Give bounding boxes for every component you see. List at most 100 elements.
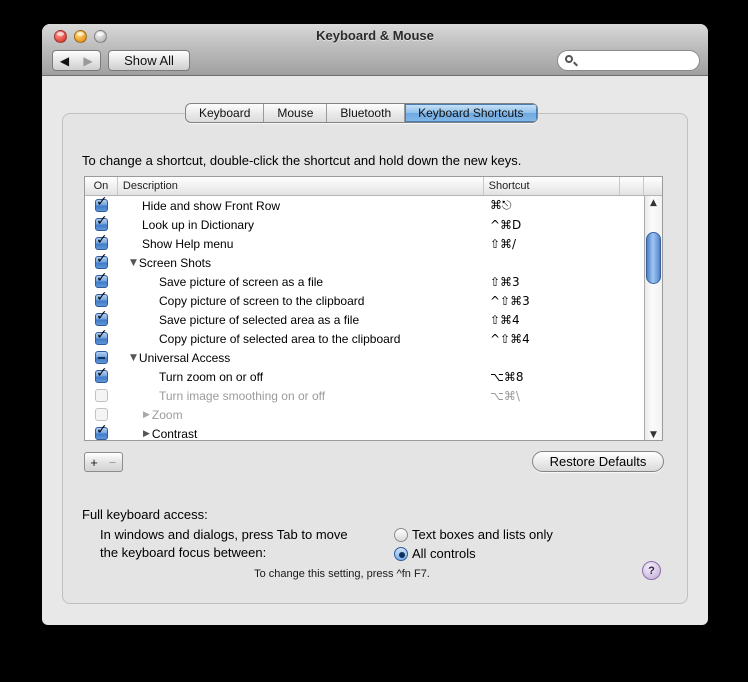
keyboard-focus-description-line2: the keyboard focus between: <box>100 545 267 560</box>
description-cell: Hide and show Front Row <box>118 199 485 213</box>
show-all-button[interactable]: Show All <box>108 50 190 71</box>
on-cell: ✓ <box>85 365 118 383</box>
row-checkbox[interactable] <box>95 408 108 421</box>
disclosure-triangle-icon[interactable]: ▶ <box>143 429 150 439</box>
row-label: Look up in Dictionary <box>142 217 255 232</box>
table-row[interactable]: ✓ ▼ Screen Shots <box>85 251 646 272</box>
table-row[interactable]: ✓ Copy picture of screen to the clipboard… <box>85 289 646 310</box>
shortcut-cell[interactable]: ^⇧⌘4 <box>485 332 622 346</box>
description-cell: Show Help menu <box>118 237 485 251</box>
radio-option-all-controls[interactable]: All controls <box>394 546 476 561</box>
column-header-spacer <box>620 177 645 195</box>
row-checkbox[interactable]: ✓ <box>95 327 108 345</box>
row-label: Screen Shots <box>138 255 211 270</box>
forward-icon: ▶ <box>83 53 93 68</box>
shortcut-cell[interactable]: ^⇧⌘3 <box>485 294 622 308</box>
table-row[interactable]: ▶ Zoom <box>85 405 646 424</box>
row-checkbox[interactable]: ✓ <box>95 251 108 269</box>
shortcut-cell[interactable]: ⇧⌘/ <box>485 237 622 251</box>
scroll-up-arrow-icon[interactable]: ▲ <box>645 198 662 208</box>
tab-keyboard-shortcuts[interactable]: Keyboard Shortcuts <box>405 104 537 122</box>
remove-shortcut-button[interactable]: − <box>103 452 123 472</box>
forward-button[interactable]: ▶ <box>76 50 101 71</box>
on-cell: ✓ <box>85 251 118 269</box>
scroll-down-arrow-icon[interactable]: ▼ <box>645 430 662 440</box>
setting-hint-text: To change this setting, press ^fn F7. <box>254 568 430 580</box>
table-row[interactable]: ✓ ▶ Contrast <box>85 422 646 440</box>
table-row[interactable]: ✓ Show Help menu ⇧⌘/ <box>85 232 646 253</box>
table-row[interactable]: ✓ Save picture of screen as a file ⇧⌘3 <box>85 270 646 291</box>
row-label: Copy picture of screen to the clipboard <box>159 293 365 308</box>
back-button[interactable]: ◀ <box>52 50 77 71</box>
row-label: Hide and show Front Row <box>142 198 281 213</box>
table-row[interactable]: Turn image smoothing on or off ⌥⌘\ <box>85 386 646 405</box>
tab-mouse[interactable]: Mouse <box>264 104 328 122</box>
row-checkbox[interactable]: ✓ <box>95 365 108 383</box>
row-checkbox[interactable]: ✓ <box>95 213 108 231</box>
table-row[interactable]: ✓ Save picture of selected area as a file… <box>85 308 646 329</box>
on-cell: ✓ <box>85 327 118 345</box>
on-cell: ✓ <box>85 196 118 212</box>
on-cell: ✓ <box>85 232 118 250</box>
shortcut-cell[interactable]: ⌥⌘8 <box>485 370 622 384</box>
row-checkbox[interactable]: ✓ <box>95 196 108 212</box>
checkmark-icon: ✓ <box>96 422 108 438</box>
search-icon <box>565 55 573 63</box>
checkmark-icon: ✓ <box>96 308 108 324</box>
column-header-description[interactable]: Description <box>118 177 484 195</box>
shortcut-cell[interactable]: ^⌘D <box>485 218 622 232</box>
row-checkbox[interactable]: ✓ <box>95 422 108 440</box>
radio-label: Text boxes and lists only <box>412 527 553 542</box>
row-checkbox[interactable] <box>95 351 108 364</box>
checkmark-icon: ✓ <box>96 289 108 305</box>
table-row[interactable]: ✓ Copy picture of selected area to the cl… <box>85 327 646 348</box>
shortcut-table-body: ✓ Hide and show Front Row ⌘⎋ ✓ Look up in Di… <box>85 196 646 440</box>
on-cell <box>85 389 118 402</box>
table-row[interactable]: ✓ Look up in Dictionary ^⌘D <box>85 213 646 234</box>
description-cell: Save picture of screen as a file <box>118 275 485 289</box>
column-header-shortcut[interactable]: Shortcut <box>484 177 621 195</box>
vertical-scrollbar[interactable]: ▲ ▼ <box>644 196 662 440</box>
description-cell: Save picture of selected area as a file <box>118 313 485 327</box>
preferences-window: Keyboard & Mouse ◀ ▶ Show All Keyboard Mo… <box>42 24 708 625</box>
table-row[interactable]: ▼ Universal Access <box>85 348 646 367</box>
radio-button[interactable] <box>394 546 408 561</box>
row-label: Zoom <box>151 407 183 422</box>
tab-bluetooth[interactable]: Bluetooth <box>327 104 406 122</box>
shortcut-cell[interactable]: ⇧⌘3 <box>485 275 622 289</box>
row-label: Turn image smoothing on or off <box>159 388 326 403</box>
description-cell: Turn image smoothing on or off <box>118 389 485 403</box>
search-input[interactable] <box>580 52 692 69</box>
shortcut-cell[interactable]: ⌘⎋ <box>485 198 622 213</box>
radio-option-text-boxes-and-lists-only[interactable]: Text boxes and lists only <box>394 527 553 542</box>
disclosure-triangle-icon[interactable]: ▼ <box>130 258 137 268</box>
radio-button[interactable] <box>394 527 408 542</box>
row-label: Show Help menu <box>142 236 234 251</box>
disclosure-triangle-icon[interactable]: ▶ <box>143 410 150 420</box>
search-field[interactable] <box>557 50 700 71</box>
disclosure-triangle-icon[interactable]: ▼ <box>130 353 137 363</box>
shortcut-cell[interactable]: ⌥⌘\ <box>485 389 622 403</box>
tab-keyboard[interactable]: Keyboard <box>186 104 265 122</box>
row-checkbox[interactable] <box>95 389 108 402</box>
checkmark-icon: ✓ <box>96 196 108 210</box>
row-checkbox[interactable]: ✓ <box>95 289 108 307</box>
column-header-scroll-cap <box>644 177 662 195</box>
shortcut-cell[interactable]: ⇧⌘4 <box>485 313 622 327</box>
add-shortcut-button[interactable]: + <box>84 452 104 472</box>
description-cell: ▼ Screen Shots <box>118 256 485 270</box>
keyboard-focus-description-line1: In windows and dialogs, press Tab to mov… <box>100 527 348 542</box>
help-button[interactable]: ? <box>642 561 661 580</box>
on-cell: ✓ <box>85 270 118 288</box>
row-label: Turn zoom on or off <box>159 369 264 384</box>
row-checkbox[interactable]: ✓ <box>95 270 108 288</box>
row-checkbox[interactable]: ✓ <box>95 308 108 326</box>
window-title: Keyboard & Mouse <box>316 28 434 43</box>
description-cell: Turn zoom on or off <box>118 370 485 384</box>
table-row[interactable]: ✓ Turn zoom on or off ⌥⌘8 <box>85 365 646 386</box>
column-header-on[interactable]: On <box>85 177 118 195</box>
row-checkbox[interactable]: ✓ <box>95 232 108 250</box>
restore-defaults-button[interactable]: Restore Defaults <box>532 451 664 472</box>
scrollbar-thumb[interactable] <box>646 232 661 284</box>
table-row[interactable]: ✓ Hide and show Front Row ⌘⎋ <box>85 196 646 215</box>
